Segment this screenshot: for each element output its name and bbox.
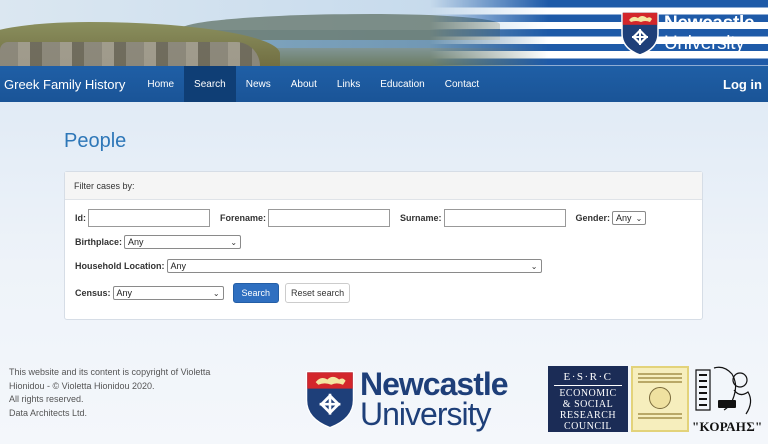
korais-label: "ΚΟΡΑΗΣ" [692, 419, 763, 434]
footer-newcastle-wordmark: Newcastle University [360, 368, 509, 432]
filter-row-household: Household Location: Any ⌄ [75, 259, 542, 273]
esrc-word: ECONOMIC [559, 388, 617, 399]
footer-newcastle-logo[interactable]: Newcastle University [304, 365, 544, 433]
footer-logo-line-2: University [360, 396, 491, 432]
emblem-text-line [638, 373, 682, 375]
esrc-logo[interactable]: E·S·R·C ECONOMIC & SOCIAL RESEARCH COUNC… [548, 366, 628, 432]
copyright-line: Hionidou - © Violetta Hionidou 2020. [9, 380, 155, 391]
search-button[interactable]: Search [232, 283, 280, 303]
emblem-text-line [638, 417, 682, 419]
filter-panel-heading: Filter cases by: [65, 172, 702, 200]
gender-selected-value: Any [616, 213, 632, 223]
emblem-text-line [638, 413, 682, 415]
copyright-line: Data Architects Ltd. [9, 407, 88, 418]
birthplace-label: Birthplace: [75, 237, 123, 247]
id-label: Id: [75, 213, 86, 223]
footer-copyright: This website and its content is copyrigh… [9, 366, 239, 420]
chevron-down-icon: ⌄ [635, 213, 643, 223]
page-title: People [64, 130, 127, 152]
forename-label: Forename: [220, 213, 267, 223]
reset-search-button[interactable]: Reset search [285, 283, 351, 303]
chevron-down-icon: ⌄ [230, 237, 238, 247]
forename-input[interactable] [268, 209, 391, 227]
census-label: Census: [75, 288, 111, 298]
emblem-text-line [638, 381, 682, 383]
newcastle-shield-icon [620, 10, 660, 56]
banner-rocks [0, 42, 260, 66]
gender-label: Gender: [575, 213, 611, 223]
filter-row-names: Id: Forename: Surname: Gender: Any ⌄ [75, 209, 647, 227]
newcastle-logo[interactable]: Newcastle University [620, 6, 768, 60]
filter-row-census: Census: Any ⌄ Search Reset search [75, 283, 351, 303]
nav-search[interactable]: Search [184, 66, 236, 102]
seal-icon [649, 387, 671, 409]
nav-education[interactable]: Education [370, 66, 434, 102]
copyright-line: All rights reserved. [9, 394, 84, 404]
copyright-line: This website and its content is copyrigh… [9, 367, 211, 377]
surname-label: Surname: [400, 213, 442, 223]
site-brand-link[interactable]: Greek Family History [0, 77, 137, 92]
chevron-down-icon: ⌄ [212, 288, 220, 298]
esrc-word: & SOCIAL [562, 399, 614, 410]
emblem-text-line [638, 377, 682, 379]
household-location-label: Household Location: [75, 261, 165, 271]
gender-select[interactable]: Any ⌄ [612, 211, 647, 225]
birthplace-selected-value: Any [128, 237, 144, 247]
household-location-select[interactable]: Any ⌄ [166, 259, 542, 273]
navbar: Greek Family History Home Search News Ab… [0, 66, 768, 102]
logo-line-2: University [664, 32, 745, 54]
nav-home[interactable]: Home [137, 66, 184, 102]
chevron-down-icon: ⌄ [530, 261, 538, 271]
esrc-acronym: E·S·R·C [554, 371, 622, 386]
greek-emblem-logo[interactable] [631, 366, 689, 432]
surname-input[interactable] [443, 209, 566, 227]
census-select[interactable]: Any ⌄ [112, 286, 224, 300]
household-selected-value: Any [170, 261, 187, 271]
esrc-word: RESEARCH [559, 410, 617, 421]
header-banner: Newcastle University [0, 0, 768, 66]
nav-contact[interactable]: Contact [435, 66, 489, 102]
birthplace-select[interactable]: Any ⌄ [124, 235, 242, 249]
newcastle-wordmark: Newcastle University [664, 12, 755, 54]
filter-panel: Filter cases by: Id: Forename: Surname: … [64, 171, 703, 320]
logo-line-1: Newcastle [664, 12, 755, 34]
census-selected-value: Any [116, 288, 133, 298]
newcastle-shield-icon [304, 368, 356, 430]
login-link[interactable]: Log in [723, 77, 768, 92]
id-input[interactable] [88, 209, 210, 227]
esrc-word: COUNCIL [564, 421, 612, 432]
nav-about[interactable]: About [281, 66, 327, 102]
filter-row-birthplace: Birthplace: Any ⌄ [75, 235, 242, 249]
nav-links[interactable]: Links [327, 66, 370, 102]
nav-news[interactable]: News [236, 66, 281, 102]
